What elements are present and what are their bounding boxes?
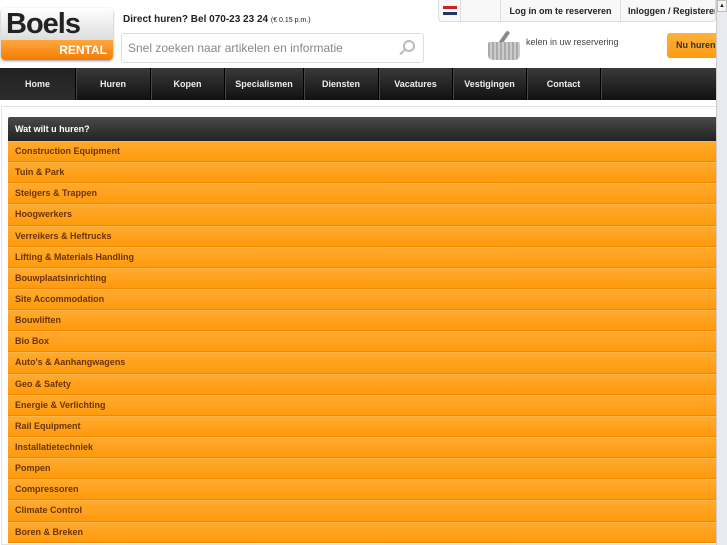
category-item[interactable]: Rail Equipment (8, 415, 716, 437)
category-list: Construction Equipment Tuin & Park Steiger… (8, 141, 716, 543)
dutch-flag-icon (442, 6, 457, 15)
category-item[interactable]: Steigers & Trappen (8, 183, 716, 205)
category-item[interactable]: Pompen (8, 458, 716, 480)
category-item[interactable]: Site Accommodation (8, 288, 716, 311)
category-item[interactable]: Lifting & Materials Handling (8, 246, 716, 268)
category-item[interactable]: Bouwplaatsinrichting (8, 267, 716, 289)
category-item[interactable]: Auto's & Aanhangwagens (8, 352, 716, 374)
language-flag-nl[interactable] (439, 0, 461, 21)
nav-huren[interactable]: Huren (76, 68, 151, 100)
scroll-up-icon[interactable]: ▲ (717, 0, 727, 12)
category-item[interactable]: Bio Box (8, 331, 716, 353)
topbar-spacer (461, 0, 501, 21)
basket-icon[interactable] (488, 30, 522, 62)
category-item[interactable]: Installatietechniek (8, 436, 716, 459)
category-item[interactable]: Tuin & Park (8, 162, 716, 184)
category-item[interactable]: Verreikers & Heftrucks (8, 225, 716, 247)
nu-huren-button[interactable]: Nu huren (667, 33, 719, 58)
top-bar: Log in om te reserveren Inloggen / Regis… (438, 0, 716, 22)
search-icon[interactable] (403, 40, 415, 52)
nav-home[interactable]: Home (0, 68, 76, 100)
phone-info: Direct huren? Bel 070-23 23 24 (€ 0.15 p… (123, 14, 311, 25)
nav-vestigingen[interactable]: Vestigingen (453, 68, 527, 100)
category-item[interactable]: Construction Equipment (8, 141, 716, 163)
scrollbar[interactable]: ▲ (716, 0, 727, 545)
category-item[interactable]: Climate Control (8, 500, 716, 522)
nav-specialismen[interactable]: Specialismen (225, 68, 304, 100)
login-reserve-link[interactable]: Log in om te reserveren (501, 0, 621, 21)
boels-rental-logo[interactable]: Boels RENTAL (1, 8, 113, 60)
category-item[interactable]: Geo & Safety (8, 373, 716, 395)
nav-vacatures[interactable]: Vacatures (379, 68, 453, 100)
main-nav: Home Huren Kopen Specialismen Diensten V… (0, 68, 716, 100)
category-item[interactable]: Bouwliften (8, 310, 716, 332)
search-input[interactable]: Snel zoeken naar artikelen en informatie (121, 33, 424, 63)
nav-kopen[interactable]: Kopen (151, 68, 225, 100)
category-item[interactable]: Hoogwerkers (8, 204, 716, 226)
login-register-link[interactable]: Inloggen / Registeren (621, 0, 715, 21)
basket-text: kelen in uw reservering (526, 37, 619, 47)
category-item[interactable]: Compressoren (8, 479, 716, 501)
category-heading: Wat wilt u huren? (8, 117, 716, 141)
category-item[interactable]: Boren & Breken (8, 521, 716, 543)
category-item[interactable]: Energie & Verlichting (8, 394, 716, 416)
nav-diensten[interactable]: Diensten (304, 68, 379, 100)
nav-contact[interactable]: Contact (527, 68, 601, 100)
